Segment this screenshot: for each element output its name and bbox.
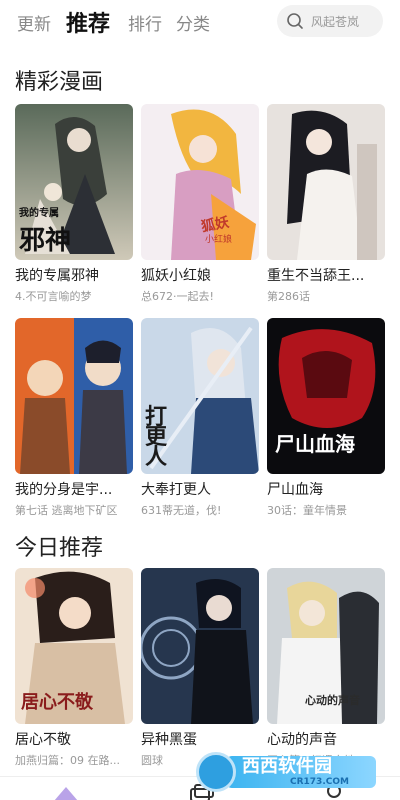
search-icon: [287, 13, 303, 29]
comic-subtitle: 第286话: [267, 290, 310, 303]
cover-title-text: 尸山血海: [275, 432, 355, 456]
cover-title-text: 心动的声音: [305, 694, 360, 707]
comic-title: 我的分身是宇...: [15, 482, 113, 498]
tab-ranking[interactable]: 排行: [128, 10, 162, 35]
comic-subtitle: 第七话 逃离地下矿区: [15, 504, 118, 517]
cover-title-text: 打更人: [145, 405, 168, 470]
comic-cover[interactable]: [141, 568, 259, 724]
watermark-url: CR173.COM: [290, 777, 349, 787]
search-box[interactable]: 风起苍岚: [277, 5, 383, 37]
comic-cover[interactable]: 狐妖 小红娘: [141, 104, 259, 260]
comic-card[interactable]: 居心不敬 居心不敬 加燕归篇：09 在路...: [15, 568, 133, 768]
comic-card[interactable]: 心动的声音 心动的声音 开心篇：初遇之地(2): [267, 568, 385, 768]
tab-updates[interactable]: 更新: [17, 10, 51, 35]
comic-cover[interactable]: 打更人: [141, 318, 259, 474]
watermark-logo: 西西软件园 CR173.COM: [196, 750, 382, 794]
comic-title: 心动的声音: [267, 732, 337, 748]
watermark-icon: [196, 752, 236, 792]
comic-card[interactable]: 狐妖 小红娘 狐妖小红娘 总672·一起去!: [141, 104, 259, 304]
comic-subtitle: 加燕归篇：09 在路...: [15, 754, 120, 767]
comic-cover[interactable]: [15, 318, 133, 474]
comic-card[interactable]: 异种黑蛋 圆球: [141, 568, 259, 768]
section-title-today: 今日推荐: [15, 536, 104, 561]
comic-card[interactable]: 重生不当舔王... 第286话: [267, 104, 385, 304]
cover-title-text: 我的专属: [19, 208, 59, 219]
cover-title-text: 小红娘: [205, 235, 233, 245]
comic-cover[interactable]: 心动的声音: [267, 568, 385, 724]
search-placeholder: 风起苍岚: [311, 15, 360, 29]
comic-subtitle: 30话：童年情景: [267, 504, 347, 517]
tab-categories[interactable]: 分类: [176, 10, 210, 35]
cover-title-text: 居心不敬: [21, 692, 93, 713]
section-title-featured: 精彩漫画: [15, 70, 104, 95]
comic-title: 重生不当舔王...: [267, 268, 365, 284]
comic-title: 我的专属邪神: [15, 268, 99, 284]
top-bar: 更新 推荐 排行 分类 风起苍岚: [0, 0, 400, 44]
comic-cover[interactable]: [267, 104, 385, 260]
comic-cover[interactable]: 居心不敬: [15, 568, 133, 724]
comic-cover[interactable]: 尸山血海: [267, 318, 385, 474]
cover-title-text: 邪神: [19, 226, 72, 256]
comic-subtitle: 4.不可言喻的梦: [15, 290, 92, 303]
home-icon[interactable]: [52, 779, 80, 800]
comic-card[interactable]: 我的分身是宇... 第七话 逃离地下矿区: [15, 318, 133, 518]
comic-title: 异种黑蛋: [141, 732, 197, 748]
comic-cover[interactable]: 我的专属 邪神: [15, 104, 133, 260]
comic-card[interactable]: 打更人 大奉打更人 631蒂无道，伐!: [141, 318, 259, 518]
comic-title: 居心不敬: [15, 732, 71, 748]
comic-subtitle: 总672·一起去!: [141, 290, 214, 303]
comic-card[interactable]: 尸山血海 尸山血海 30话：童年情景: [267, 318, 385, 518]
comic-title: 尸山血海: [267, 482, 323, 498]
tab-recommended[interactable]: 推荐: [66, 6, 110, 38]
comic-title: 狐妖小红娘: [141, 268, 211, 284]
comic-card[interactable]: 我的专属 邪神 我的专属邪神 4.不可言喻的梦: [15, 104, 133, 304]
comic-title: 大奉打更人: [141, 482, 211, 498]
comic-subtitle: 631蒂无道，伐!: [141, 504, 222, 517]
